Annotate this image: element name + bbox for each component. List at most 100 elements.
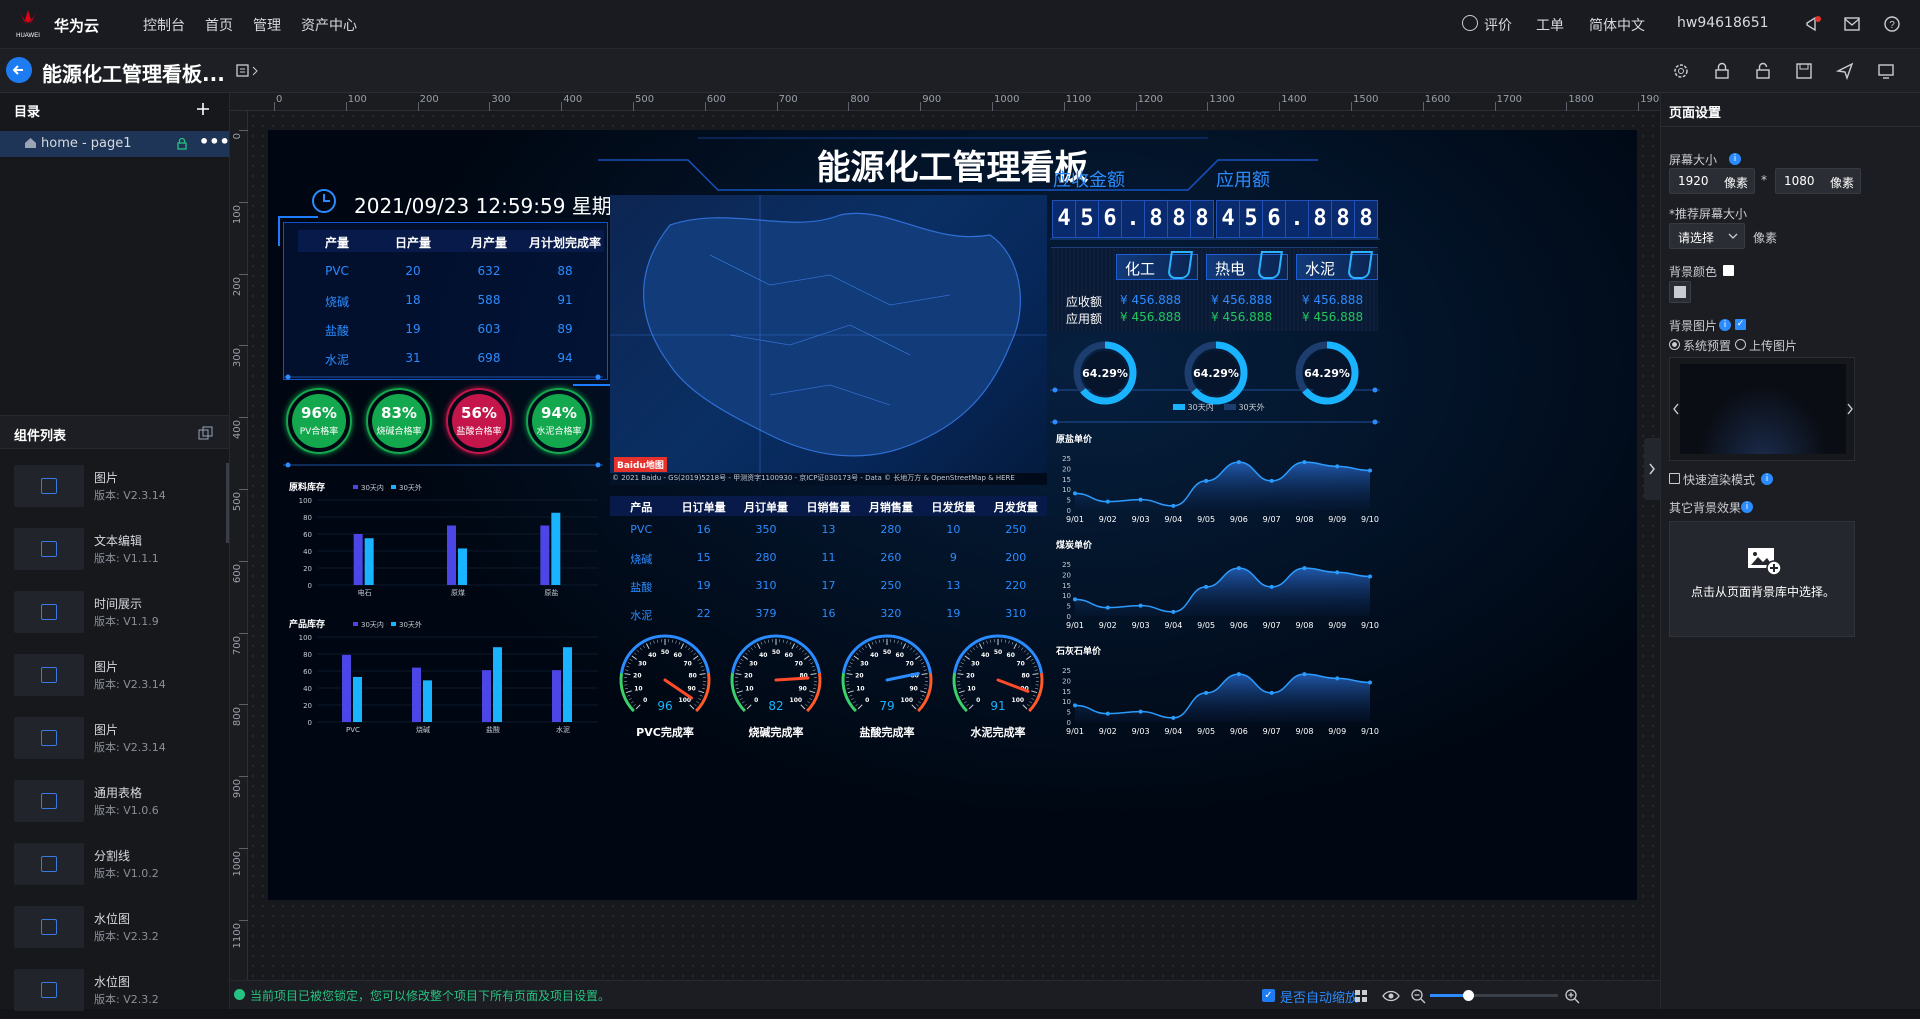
bg-image-carousel[interactable] <box>1669 357 1855 461</box>
horizontal-ruler: 0100200300400500600700800900100011001200… <box>230 93 1660 111</box>
back-button[interactable] <box>6 57 32 83</box>
help-icon[interactable]: ? <box>1884 16 1900 32</box>
height-unit: 像素 <box>1830 174 1854 191</box>
gauge-tick-label: 20 <box>966 673 974 680</box>
zoom-slider[interactable] <box>1430 994 1558 997</box>
ruler-tick <box>239 274 248 275</box>
brand-name[interactable]: 华为云 <box>54 15 99 36</box>
radio-upload[interactable] <box>1735 339 1746 350</box>
gauge-tick-label: 30 <box>749 661 757 668</box>
notification-icon[interactable] <box>1804 15 1822 33</box>
carousel-prev-icon[interactable] <box>1672 403 1680 415</box>
radio-preset[interactable] <box>1669 339 1680 350</box>
auto-zoom-label[interactable]: 是否自动缩放 <box>1280 987 1358 1006</box>
sales-cell: 13 <box>922 579 984 592</box>
carousel-next-icon[interactable] <box>1846 403 1854 415</box>
data-point <box>1139 710 1143 714</box>
nav-home[interactable]: 首页 <box>205 15 233 35</box>
y-tick-label: 20 <box>1062 677 1071 685</box>
component-item[interactable]: 图片版本: V2.3.14 <box>14 648 214 704</box>
category-tab[interactable]: 化工 <box>1116 254 1198 280</box>
nav-manage[interactable]: 管理 <box>253 15 281 35</box>
y-tick-label: 20 <box>1062 465 1071 473</box>
gauge-tick <box>744 704 746 706</box>
ruler-tick <box>777 102 778 111</box>
component-item[interactable]: 水位图版本: V2.3.2 <box>14 963 214 1019</box>
nav-username[interactable]: hw94618651 <box>1677 15 1769 31</box>
component-item[interactable]: 水位图版本: V2.3.2 <box>14 900 214 956</box>
save-icon[interactable] <box>1795 62 1813 80</box>
add-page-icon[interactable] <box>196 102 210 116</box>
radio-preset-label[interactable]: 系统预置 <box>1683 337 1731 354</box>
component-item[interactable]: 时间展示版本: V1.1.9 <box>14 585 214 641</box>
screen-size-help-icon[interactable]: i <box>1729 153 1741 165</box>
fast-render-checkbox[interactable] <box>1669 473 1680 484</box>
list-scrollbar[interactable] <box>226 463 229 543</box>
publish-icon[interactable] <box>1836 62 1854 80</box>
bg-color-checkbox[interactable] <box>1723 265 1734 276</box>
component-item[interactable]: 图片版本: V2.3.14 <box>14 459 214 515</box>
gauge-tick <box>958 670 961 671</box>
gauge-tick <box>912 705 916 709</box>
page-item-home[interactable]: home - page1 ••• <box>0 131 229 157</box>
fast-render-help-icon[interactable]: i <box>1761 473 1773 485</box>
zoom-slider-handle[interactable] <box>1463 990 1474 1001</box>
page-lock-icon[interactable] <box>176 137 188 150</box>
ruler-tick <box>489 102 490 111</box>
category-tab[interactable]: 水泥 <box>1296 254 1378 280</box>
sales-cell: 200 <box>985 551 1047 564</box>
component-item[interactable]: 文本编辑版本: V1.1.1 <box>14 522 214 578</box>
category-tab[interactable]: 热电 <box>1206 254 1288 280</box>
bg-image-help-icon[interactable]: i <box>1719 319 1731 331</box>
bg-image-checkbox[interactable]: ✓ <box>1735 319 1746 330</box>
recommend-unit: 像素 <box>1753 229 1777 246</box>
component-item[interactable]: 图片版本: V2.3.14 <box>14 711 214 767</box>
nav-language[interactable]: 简体中文 <box>1589 15 1645 35</box>
bg-color-swatch[interactable] <box>1669 281 1691 303</box>
fast-render-label[interactable]: 快速渲染模式 <box>1683 471 1755 488</box>
preview-icon[interactable] <box>1877 62 1895 80</box>
gauge-tick <box>792 643 795 648</box>
settings-icon[interactable] <box>1672 62 1690 80</box>
height-input[interactable]: 1080像素 <box>1775 168 1861 194</box>
component-name: 分割线 <box>94 847 130 864</box>
bar <box>342 655 351 722</box>
data-point <box>1302 460 1306 464</box>
nav-rate[interactable]: 评价 <box>1484 15 1512 35</box>
component-name: 水位图 <box>94 973 130 990</box>
design-canvas[interactable]: 0100200300400500600700800900100011001200… <box>230 93 1660 980</box>
unlock-icon[interactable] <box>1754 62 1772 80</box>
more-icon[interactable]: ••• <box>199 132 230 151</box>
huawei-logo-icon[interactable]: HUAWEI <box>14 8 42 40</box>
gauge-tick <box>690 705 694 709</box>
auto-zoom-checkbox[interactable]: ✓ <box>1262 989 1275 1002</box>
nav-console[interactable]: 控制台 <box>143 15 185 35</box>
component-item[interactable]: 通用表格版本: V1.0.6 <box>14 774 214 830</box>
component-thumbnail <box>14 969 84 1011</box>
grid-icon[interactable] <box>1354 989 1368 1003</box>
nav-ticket[interactable]: 工单 <box>1536 15 1564 35</box>
sales-header-cell: 日销售量 <box>797 499 859 515</box>
width-input[interactable]: 1920像素 <box>1669 168 1755 194</box>
collapse-icon[interactable] <box>198 426 213 440</box>
lock-icon[interactable] <box>1713 62 1731 80</box>
page-switch-icon[interactable] <box>236 64 260 78</box>
bar <box>423 680 432 722</box>
mail-icon[interactable] <box>1844 17 1860 31</box>
smile-icon[interactable] <box>1462 15 1478 31</box>
component-item[interactable]: 分割线版本: V1.0.2 <box>14 837 214 893</box>
zoom-in-icon[interactable] <box>1564 988 1580 1004</box>
china-map[interactable]: Baidu地图 © 2021 Baidu - GS(2019)5218号 - 甲… <box>610 195 1047 485</box>
dashboard-screen[interactable]: 能源化工管理看板 2021/09/23 12:59:59 星期四 产量日产量月产… <box>268 130 1637 900</box>
gauge-tick <box>809 698 812 699</box>
panel-toggle-handle[interactable] <box>1644 438 1660 500</box>
recommend-size-select[interactable]: 请选择 <box>1669 223 1745 249</box>
nav-assets[interactable]: 资产中心 <box>301 15 357 35</box>
bg-library-picker[interactable]: 点击从页面背景库中选择。 <box>1669 521 1855 637</box>
eye-icon[interactable] <box>1382 989 1400 1003</box>
other-effect-help-icon[interactable]: i <box>1741 501 1753 513</box>
gauge-tick <box>847 670 850 671</box>
radio-upload-label[interactable]: 上传图片 <box>1749 337 1797 354</box>
zoom-out-icon[interactable] <box>1410 988 1426 1004</box>
ruler-tick <box>239 704 248 705</box>
